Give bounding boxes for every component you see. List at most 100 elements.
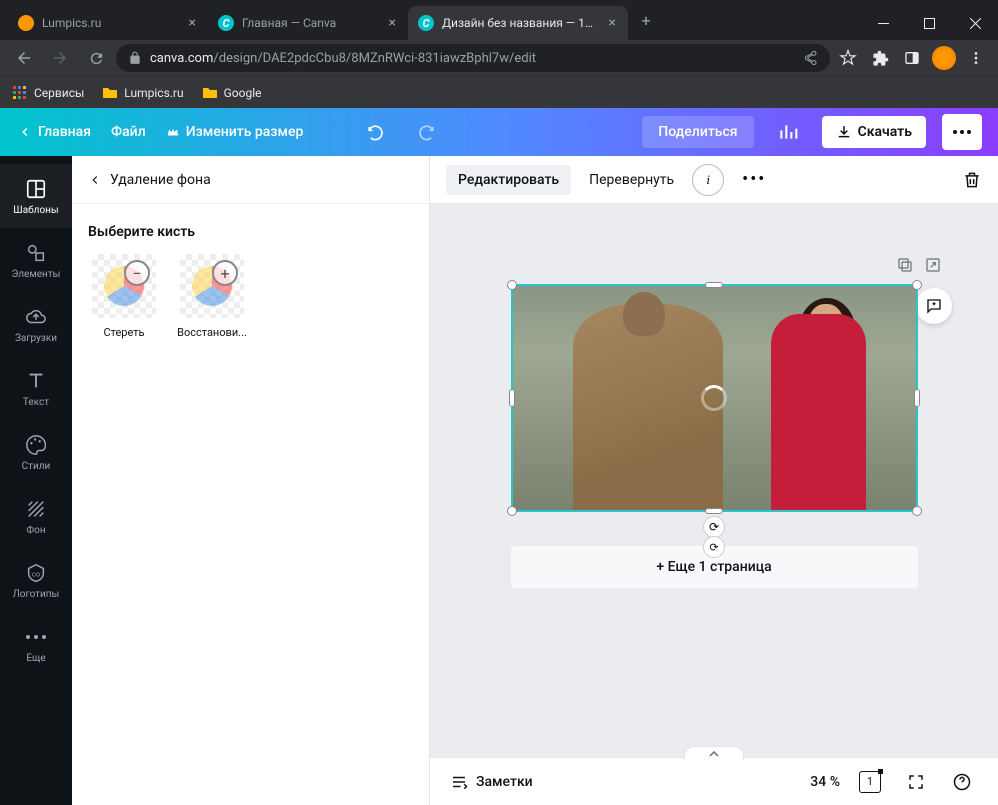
crown-icon [166,125,180,139]
lock-icon [128,51,142,65]
resize-handle-bl[interactable] [507,506,517,516]
folder-icon [102,85,118,101]
analytics-button[interactable] [770,114,806,150]
zoom-level[interactable]: 34 % [810,774,840,790]
rail-uploads[interactable]: Загрузки [0,292,72,356]
bookmark-lumpics[interactable]: Lumpics.ru [102,85,183,101]
back-button[interactable] [8,42,40,74]
resize-handle-r[interactable] [914,389,920,407]
brush-erase[interactable]: − Стереть [88,254,160,339]
browser-titlebar: Lumpics.ru × C Главная — Canva × C Дизай… [0,0,998,40]
tab-title: Главная — Canva [242,16,379,30]
fullscreen-button[interactable] [900,766,932,798]
edit-button[interactable]: Редактировать [446,165,571,195]
context-more-button[interactable]: ••• [730,169,778,190]
rail-elements[interactable]: Элементы [0,228,72,292]
share-button[interactable]: Поделиться [642,116,753,148]
resize-handle-l[interactable] [509,389,515,407]
svg-text:co: co [32,569,40,578]
download-button[interactable]: Скачать [822,116,926,148]
maximize-button[interactable] [906,6,952,40]
more-icon [24,625,48,649]
more-button[interactable] [942,114,982,150]
home-link[interactable]: Главная [16,118,93,146]
plus-icon: + [212,260,238,286]
workspace: Шаблоны Элементы Загрузки Текст Стили Фо… [0,156,998,805]
forward-button[interactable] [44,42,76,74]
sync-icon: ⟳ [703,536,725,558]
resize-handle-b[interactable] [705,508,723,514]
panel-header: Удаление фона [72,156,429,204]
new-tab-button[interactable]: + [632,6,660,34]
text-icon [24,369,48,393]
notes-button[interactable]: Заметки [450,773,533,791]
resize-handle-br[interactable] [912,506,922,516]
bookmarks-bar: Сервисы Lumpics.ru Google [0,76,998,108]
rail-text[interactable]: Текст [0,356,72,420]
side-panel-icon[interactable] [898,44,926,72]
browser-tab-1[interactable]: C Главная — Canva × [208,6,408,40]
selected-image[interactable]: ⟳ [511,284,918,512]
rail-background[interactable]: Фон [0,484,72,548]
elements-icon [24,241,48,265]
tab-title: Lumpics.ru [42,16,179,30]
download-icon [836,124,852,140]
loading-spinner-icon [701,385,727,411]
rotate-handle[interactable]: ⟳ [703,516,725,538]
url-text: canva.com/design/DAE2pdcCbu8/8MZnRWci-83… [150,51,794,66]
canvas-footer: Заметки 34 % 1 [430,757,998,805]
browser-tab-2[interactable]: C Дизайн без названия — 1200 × [408,6,628,40]
profile-avatar[interactable] [930,44,958,72]
bookmark-star-icon[interactable] [834,44,862,72]
rail-more[interactable]: Еще [0,612,72,676]
close-icon[interactable]: × [187,13,198,33]
page-indicator[interactable]: 1 [854,766,886,798]
minus-icon: − [124,260,150,286]
close-icon[interactable]: × [607,13,618,33]
favicon-icon [18,15,34,31]
rail-styles[interactable]: Стили [0,420,72,484]
resize-handle-t[interactable] [705,282,723,288]
info-button[interactable]: i [692,164,724,196]
brush-erase-thumb: − [92,254,156,318]
bookmark-apps[interactable]: Сервисы [12,85,84,101]
url-input[interactable]: canva.com/design/DAE2pdcCbu8/8MZnRWci-83… [116,44,830,72]
resize-handle-tl[interactable] [507,280,517,290]
context-toolbar: Редактировать Перевернуть i ••• [430,156,998,204]
close-icon[interactable]: × [387,13,398,33]
canva-header: Главная Файл Изменить размер Поделиться … [0,108,998,156]
undo-button[interactable] [357,114,393,150]
bookmark-label: Google [224,86,262,100]
help-button[interactable] [946,766,978,798]
brush-restore[interactable]: + Восстанови... [176,254,248,339]
home-label: Главная [38,124,91,140]
add-page-button[interactable]: ⟳ + Еще 1 страница [511,546,918,588]
panel-back-button[interactable] [88,173,102,187]
rail-logos[interactable]: co Логотипы [0,548,72,612]
flip-button[interactable]: Перевернуть [577,165,686,195]
share-icon[interactable] [802,50,818,66]
favicon-icon: C [218,15,234,31]
browser-menu-icon[interactable] [962,44,990,72]
resize-menu[interactable]: Изменить размер [164,118,306,146]
browser-address-bar: canva.com/design/DAE2pdcCbu8/8MZnRWci-83… [0,40,998,76]
brush-restore-thumb: + [180,254,244,318]
canvas-viewport[interactable]: ⟳ ⟳ + Еще 1 страница [430,204,998,757]
open-page-icon[interactable] [924,256,942,274]
canvas-area: Редактировать Перевернуть i ••• [430,156,998,805]
comment-fab[interactable] [916,288,952,324]
extensions-icon[interactable] [866,44,894,72]
file-menu[interactable]: Файл [109,118,148,146]
minimize-button[interactable] [860,6,906,40]
bookmark-google[interactable]: Google [202,85,262,101]
redo-button[interactable] [409,114,445,150]
reload-button[interactable] [80,42,112,74]
browser-tab-0[interactable]: Lumpics.ru × [8,6,208,40]
delete-button[interactable] [962,170,982,190]
duplicate-page-icon[interactable] [896,256,914,274]
page-actions [896,256,942,274]
rail-templates[interactable]: Шаблоны [0,164,72,228]
resize-handle-tr[interactable] [912,280,922,290]
close-button[interactable] [952,6,998,40]
expand-footer-button[interactable] [684,746,744,760]
